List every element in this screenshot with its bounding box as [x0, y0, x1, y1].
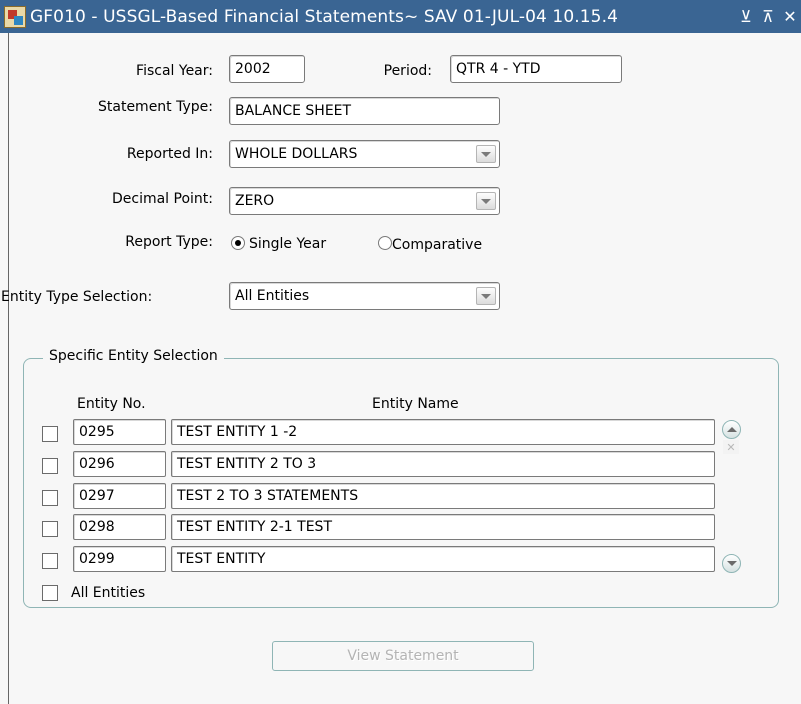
- scroll-up-button[interactable]: [722, 420, 741, 439]
- radio-single-year-label: Single Year: [249, 236, 327, 252]
- app-window: GF010 - USSGL-Based Financial Statements…: [0, 0, 801, 704]
- minimize-icon[interactable]: ⊻: [735, 7, 757, 26]
- period-label: Period:: [383, 63, 432, 79]
- entity-name-cell[interactable]: TEST 2 TO 3 STATEMENTS: [171, 483, 715, 509]
- row-checkbox[interactable]: [42, 458, 58, 474]
- chevron-down-icon: [726, 561, 737, 566]
- form-client-area: Fiscal Year: 2002 Period: QTR 4 - YTD St…: [1, 33, 801, 704]
- statement-type-field[interactable]: BALANCE SHEET: [229, 97, 500, 125]
- entity-no-cell[interactable]: 0295: [73, 419, 166, 445]
- period-field[interactable]: QTR 4 - YTD: [450, 55, 622, 83]
- entity-type-selection-label: Entity Type Selection:: [1, 289, 153, 305]
- entity-type-select[interactable]: All Entities: [229, 282, 500, 310]
- all-entities-label: All Entities: [71, 585, 146, 601]
- column-header-entity-name: Entity Name: [372, 396, 459, 412]
- scroll-down-button[interactable]: [722, 554, 741, 573]
- radio-single-year[interactable]: [231, 236, 245, 250]
- entity-no-cell[interactable]: 0297: [73, 483, 166, 509]
- row-checkbox[interactable]: [42, 553, 58, 569]
- entity-name-cell[interactable]: TEST ENTITY 2-1 TEST: [171, 514, 715, 540]
- decimal-point-label: Decimal Point:: [111, 191, 213, 207]
- fiscal-year-field[interactable]: 2002: [229, 55, 305, 83]
- entity-no-cell[interactable]: 0296: [73, 451, 166, 477]
- column-header-entity-no: Entity No.: [77, 396, 146, 412]
- entity-name-cell[interactable]: TEST ENTITY 2 TO 3: [171, 451, 715, 477]
- all-entities-checkbox[interactable]: [42, 585, 58, 601]
- statement-type-label: Statement Type:: [98, 99, 213, 115]
- close-icon[interactable]: ✕: [779, 7, 801, 26]
- window-title: GF010 - USSGL-Based Financial Statements…: [30, 6, 619, 27]
- view-statement-button[interactable]: View Statement: [272, 641, 534, 671]
- chevron-down-icon: [481, 293, 491, 299]
- decimal-point-select[interactable]: ZERO: [229, 187, 500, 215]
- reported-in-dropdown-button[interactable]: [476, 145, 496, 163]
- decimal-point-value: ZERO: [235, 193, 275, 209]
- chevron-down-icon: [481, 151, 491, 157]
- app-icon: [4, 5, 26, 28]
- fiscal-year-label: Fiscal Year:: [136, 63, 213, 79]
- chevron-down-icon: [481, 198, 491, 204]
- entity-type-value: All Entities: [235, 288, 310, 304]
- decimal-point-dropdown-button[interactable]: [476, 192, 496, 210]
- radio-comparative[interactable]: [378, 236, 392, 250]
- row-checkbox[interactable]: [42, 426, 58, 442]
- scroll-thumb[interactable]: ✕: [723, 440, 739, 454]
- entity-type-dropdown-button[interactable]: [476, 287, 496, 305]
- row-checkbox[interactable]: [42, 521, 58, 537]
- radio-comparative-label: Comparative: [392, 237, 483, 253]
- specific-entity-group-title: Specific Entity Selection: [43, 348, 224, 364]
- entity-name-cell[interactable]: TEST ENTITY 1 -2: [171, 419, 715, 445]
- title-bar[interactable]: GF010 - USSGL-Based Financial Statements…: [0, 0, 801, 33]
- report-type-label: Report Type:: [125, 234, 213, 250]
- maximize-icon[interactable]: ⊼: [757, 7, 779, 26]
- reported-in-select[interactable]: WHOLE DOLLARS: [229, 140, 500, 168]
- row-checkbox[interactable]: [42, 490, 58, 506]
- entity-no-cell[interactable]: 0298: [73, 514, 166, 540]
- reported-in-label: Reported In:: [126, 146, 213, 162]
- reported-in-value: WHOLE DOLLARS: [235, 146, 358, 162]
- entity-name-cell[interactable]: TEST ENTITY: [171, 546, 715, 572]
- chevron-up-icon: [726, 427, 737, 432]
- entity-no-cell[interactable]: 0299: [73, 546, 166, 572]
